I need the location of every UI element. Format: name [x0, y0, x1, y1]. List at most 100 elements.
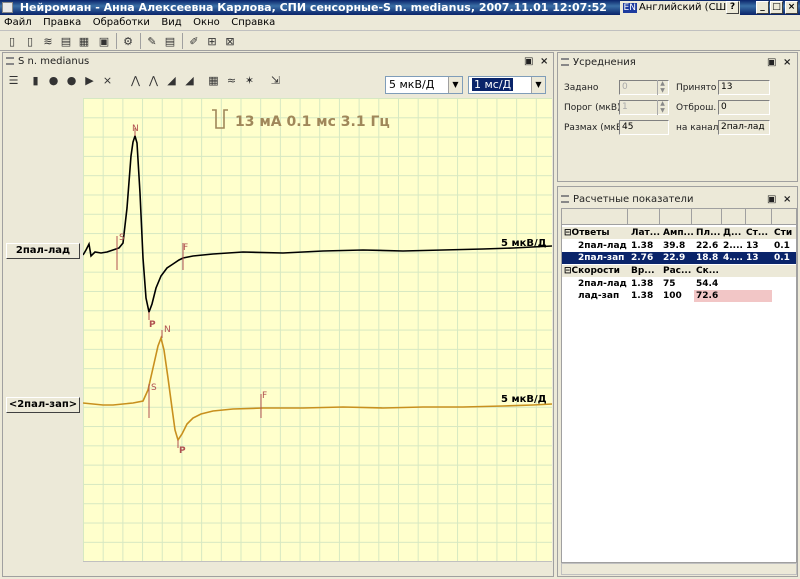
group-name: ⊟Скорости	[564, 266, 620, 276]
panel-close-icon[interactable]: ×	[783, 193, 791, 207]
panel-close-icon[interactable]: ×	[540, 55, 548, 69]
new-document-icon[interactable]: ▯	[4, 33, 20, 49]
menu-window[interactable]: Окно	[189, 15, 224, 31]
play-icon[interactable]: ▶	[82, 73, 97, 88]
language-code: EN	[622, 3, 637, 13]
grip-icon	[6, 57, 14, 65]
clear-icon[interactable]: ⨯	[100, 73, 115, 88]
table-row[interactable]: лад-зап 1.38 100 72.6	[562, 290, 796, 302]
marker-s-2: S	[151, 383, 157, 393]
marker-n-1: N	[132, 124, 139, 134]
averaging-title: Усреднения	[573, 57, 636, 68]
col-header: Амп...	[663, 228, 693, 238]
sensitivity-select[interactable]: 5 мкВ/Д ▼	[385, 76, 463, 94]
pin-icon[interactable]: ▣	[524, 55, 533, 69]
given-label: Задано	[564, 83, 599, 93]
pin-icon[interactable]: ▣	[767, 56, 776, 70]
pin-icon[interactable]: ▣	[767, 193, 776, 207]
horizontal-scrollbar[interactable]	[83, 561, 552, 576]
results-title: Расчетные показатели	[573, 194, 694, 205]
signal-plot[interactable]: S F N P S F N P 5 мкВ/Д 5 мкВ/Д	[83, 98, 552, 561]
col-header: Вр...	[631, 266, 655, 276]
signal-panel-title: S n. medianus	[18, 56, 90, 67]
table-row-selected[interactable]: 2пал-зап 2.76 22.9 18.8 4.... 13 0.1	[562, 252, 796, 264]
panel-close-icon[interactable]: ×	[783, 56, 791, 70]
print-icon[interactable]: ▦	[76, 33, 92, 49]
accepted-field: 13	[718, 80, 770, 95]
averaging-header: Усреднения ▣ ×	[559, 56, 796, 70]
sensitivity-value: 5 мкВ/Д	[389, 78, 435, 91]
minimize-button[interactable]: _	[756, 1, 769, 14]
record-icon[interactable]: ●	[46, 73, 61, 88]
delete-layout-icon[interactable]: ⊠	[222, 33, 238, 49]
table-horizontal-scrollbar[interactable]	[561, 563, 797, 575]
edit-icon[interactable]: ✐	[186, 33, 202, 49]
main-toolbar: ▯ ▯ ≋ ▤ ▦ ▣ ⚙ ✎ ▤ ✐ ⊞ ⊠	[0, 31, 800, 51]
help-button[interactable]: ?	[726, 1, 739, 14]
trace-label-area	[3, 98, 83, 561]
menu-file[interactable]: Файл	[0, 15, 36, 31]
table-row[interactable]: 2пал-лад 1.38 75 54.4	[562, 278, 796, 290]
grid-icon[interactable]: ▦	[206, 73, 221, 88]
col-header: Ст...	[746, 228, 769, 238]
threshold-label: Порог (мкВ)	[564, 103, 621, 113]
app-icon	[2, 2, 13, 13]
open-document-icon[interactable]: ▯	[22, 33, 38, 49]
menu-view[interactable]: Вид	[157, 15, 185, 31]
marker-n-2: N	[164, 325, 171, 335]
col-header: Лат...	[631, 228, 661, 238]
layout-icon[interactable]: ⊞	[204, 33, 220, 49]
save-icon[interactable]: ▮	[28, 73, 43, 88]
language-indicator[interactable]: EN Английский (США)	[619, 1, 740, 15]
window-title: Нейромиан - Анна Алексеевна Карлова, СПИ…	[19, 1, 607, 14]
marker-f-2: F	[262, 391, 268, 401]
grip-icon	[561, 58, 569, 66]
settings-icon[interactable]: ⚙	[120, 33, 136, 49]
marker-f-1: F	[183, 243, 189, 253]
group-name: ⊟Ответы	[564, 228, 610, 238]
stimulus-pulse-icon	[212, 109, 228, 129]
language-label: Английский (США)	[638, 2, 737, 13]
ramp-markers-icon[interactable]: ◢	[182, 73, 197, 88]
signal-panel-header: S n. medianus ▣ ×	[4, 55, 550, 69]
export-icon[interactable]: ▣	[96, 33, 112, 49]
close-button[interactable]: ×	[785, 1, 798, 14]
wave-markers-icon[interactable]: ⋀	[146, 73, 161, 88]
wave-icon[interactable]: ⋀	[128, 73, 143, 88]
menu-edit[interactable]: Правка	[39, 15, 85, 31]
tools-icon[interactable]: ✎	[144, 33, 160, 49]
database-icon[interactable]: ≋	[40, 33, 56, 49]
filter-icon[interactable]: ≈	[224, 73, 239, 88]
report-export-icon[interactable]: ⇲	[268, 73, 283, 88]
chevron-down-icon: ▼	[531, 77, 545, 93]
trace-button-1[interactable]: 2пал-лад	[6, 243, 80, 259]
menu-help[interactable]: Справка	[227, 15, 279, 31]
maximize-button[interactable]: □	[770, 1, 783, 14]
channel-label: на канале	[676, 123, 724, 133]
group-row-responses[interactable]: ⊟Ответы Лат... Амп... Пл... Д... Ст... С…	[562, 227, 796, 239]
ramp-icon[interactable]: ◢	[164, 73, 179, 88]
spin-icon[interactable]: ▲ ▼	[657, 80, 667, 95]
signal-toolbar: ☰ ▮ ● ● ▶ ⨯ ⋀ ⋀ ◢ ◢ ▦ ≈ ✶ ⇲	[4, 70, 384, 90]
report-icon[interactable]: ▤	[162, 33, 178, 49]
menu-list-icon[interactable]: ☰	[6, 73, 21, 88]
channel-field: 2пал-лад	[718, 120, 770, 135]
sweep-value: 1 мс/Д	[472, 78, 514, 91]
range-field[interactable]: 45	[619, 120, 669, 135]
spin-icon[interactable]: ▲ ▼	[657, 100, 667, 115]
stop-icon[interactable]: ●	[64, 73, 79, 88]
rejected-label: Отброш.	[676, 103, 717, 113]
sweep-select[interactable]: 1 мс/Д ▼	[468, 76, 546, 94]
marker-s-1: S	[119, 233, 125, 243]
marker-p-2: P	[179, 446, 186, 456]
trace-button-2[interactable]: <2пал-зап>	[6, 397, 80, 413]
col-header: Рас...	[663, 266, 692, 276]
range-label: Размах (мкВ)	[564, 123, 626, 133]
table-row[interactable]: 2пал-лад 1.38 39.8 22.6 2.... 13 0.1	[562, 240, 796, 252]
chevron-down-icon: ▼	[448, 77, 462, 93]
group-row-velocities[interactable]: ⊟Скорости Вр... Рас... Ск...	[562, 265, 796, 277]
menu-processing[interactable]: Обработки	[89, 15, 154, 31]
stimulus-params: 13 мА 0.1 мс 3.1 Гц	[235, 114, 390, 130]
artifact-icon[interactable]: ✶	[242, 73, 257, 88]
print-preview-icon[interactable]: ▤	[58, 33, 74, 49]
